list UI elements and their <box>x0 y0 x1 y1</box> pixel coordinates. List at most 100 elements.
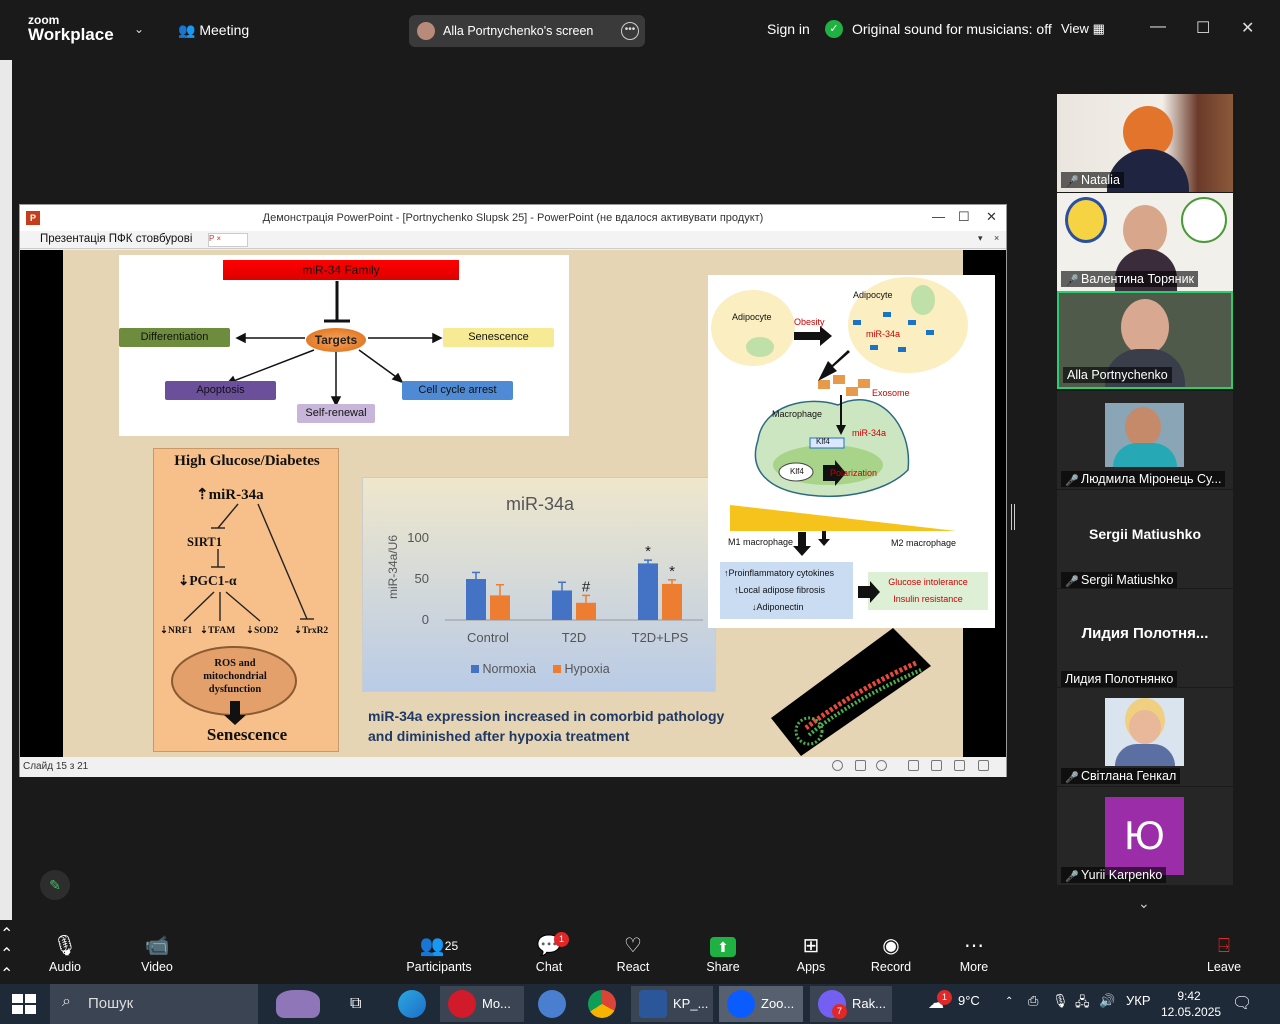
participants-button[interactable]: 👥25 Participants <box>404 932 474 974</box>
tray-overflow-icon[interactable]: ⌃ <box>1005 996 1013 1007</box>
tab-close-icon[interactable]: × <box>994 233 999 243</box>
ppt-tab-presentation[interactable]: Презентація ПФК стовбурові <box>40 233 192 245</box>
hg-mir: ⇡miR-34a <box>196 487 264 503</box>
muted-mic-icon: 🎤 <box>1065 176 1079 188</box>
viber-badge: 7 <box>832 1004 847 1019</box>
bar-normoxia <box>552 590 572 620</box>
task-view-button[interactable]: ⧉ <box>344 986 376 1022</box>
taskbar-chrome[interactable] <box>580 986 624 1022</box>
meeting-menu[interactable]: 👥 Meeting <box>178 22 249 39</box>
taskbar-viber[interactable]: Rak... <box>810 986 892 1022</box>
apps-label: Apps <box>796 960 826 974</box>
participant-tile[interactable]: 🎤 Natalia <box>1057 94 1233 192</box>
normal-view-icon[interactable] <box>908 760 919 771</box>
participant-name: 🎤 Людмила Міронець Су... <box>1061 471 1226 487</box>
macrophage-figure: Adipocyte Obesity Adipocyte miR-34a Exos… <box>708 275 995 628</box>
minimize-icon[interactable]: — <box>1150 18 1166 36</box>
slide-area: miR-34 Family Targets Differentiation Se… <box>20 250 1006 757</box>
network-icon[interactable]: 🖧 <box>1075 993 1090 1015</box>
video-label: Video <box>141 960 173 974</box>
taskbar-word[interactable]: KP_... <box>631 986 713 1022</box>
significance-mark: * <box>669 563 675 580</box>
original-sound-toggle[interactable]: Original sound for musicians: off <box>852 21 1052 37</box>
participants-count: 25 <box>444 939 459 953</box>
taskbar-edge[interactable] <box>390 986 434 1022</box>
screen-share-pill[interactable]: Alla Portnychenko's screen ••• <box>409 15 645 47</box>
participant-tile[interactable]: 🎤 Валентина Торяник <box>1057 193 1233 291</box>
ppt-title-bar: P Демонстрація PowerPoint - [Portnychenk… <box>20 205 1006 231</box>
video-button[interactable]: 📹 Video <box>122 932 192 974</box>
camera-tray-icon[interactable]: ⎙ <box>1028 993 1038 1009</box>
more-button[interactable]: ⋯ More <box>939 932 1009 974</box>
participant-tile[interactable]: Лидия Полотня... Лидия Полотнянко <box>1057 589 1233 687</box>
sign-in-link[interactable]: Sign in <box>767 21 810 37</box>
slideshow-icon[interactable] <box>978 760 989 771</box>
taskbar-opera[interactable]: Mo... <box>440 986 524 1022</box>
prev-slide-icon[interactable] <box>832 760 843 771</box>
shield-check-icon: ✓ <box>825 20 843 38</box>
more-options-icon[interactable]: ••• <box>621 22 639 40</box>
hg-title: High Glucose/Diabetes <box>174 453 320 469</box>
meeting-label: Meeting <box>199 22 250 38</box>
chevron-down-icon[interactable]: ⌄ <box>134 22 144 36</box>
taskbar-chromium[interactable] <box>530 986 574 1022</box>
participant-tile[interactable]: Ю 🎤 Yurii Karpenko <box>1057 787 1233 885</box>
ppt-minimize-icon[interactable]: — <box>932 209 945 224</box>
windows-start-icon[interactable] <box>12 994 36 1014</box>
participant-tile[interactable]: 🎤 Людмила Міронець Су... <box>1057 391 1233 489</box>
hg-mir-label: miR-34a <box>208 487 264 503</box>
participant-tile[interactable]: 🎤 Світлана Генкал <box>1057 688 1233 786</box>
participant-name-text: Natalia <box>1081 173 1120 187</box>
tab-dropdown-icon[interactable]: ▾ <box>978 233 983 244</box>
microphone-tray-icon[interactable]: 🎙 <box>1052 993 1069 1009</box>
weather-temperature[interactable]: 9°C <box>958 993 980 1008</box>
ppt-maximize-icon[interactable]: ☐ <box>958 209 970 225</box>
emblem-left <box>1065 197 1107 243</box>
record-button[interactable]: ◉ Record <box>856 932 926 974</box>
slide-menu-icon[interactable] <box>855 760 866 771</box>
taskbar-clock[interactable]: 9:42 12.05.2025 <box>1161 988 1221 1020</box>
maximize-icon[interactable]: ☐ <box>1196 18 1210 38</box>
annotate-pencil-icon[interactable]: ✎ <box>40 870 70 900</box>
close-icon[interactable]: ✕ <box>1241 18 1254 38</box>
ppt-close-icon[interactable]: ✕ <box>986 209 997 225</box>
participant-name: 🎤 Валентина Торяник <box>1061 271 1199 287</box>
hg-tfam-label: TFAM <box>207 626 236 636</box>
chat-button[interactable]: 💬 Chat <box>514 932 584 974</box>
share-button[interactable]: ⬆ Share <box>688 932 758 974</box>
leave-button[interactable]: ⍈ Leave <box>1189 932 1259 974</box>
fig-polarization: Polarization <box>830 468 878 478</box>
people-icon: 👥 <box>178 22 196 38</box>
view-button[interactable]: View ▦ <box>1061 21 1105 37</box>
taskbar-zoom[interactable]: Zoo... <box>719 986 803 1022</box>
participant-head <box>1125 407 1161 447</box>
hg-sod-label: SOD2 <box>253 626 279 636</box>
participant-name: 🎤 Sergii Matiushko <box>1061 572 1178 588</box>
volume-icon[interactable]: 🔊 <box>1099 993 1115 1009</box>
reading-view-icon[interactable] <box>954 760 965 771</box>
react-button[interactable]: ♡ React <box>598 932 668 974</box>
participant-display-name: Лидия Полотня... <box>1081 625 1209 642</box>
audio-button[interactable]: 🎙 Audio <box>30 932 100 974</box>
self-renewal-node: Self-renewal <box>297 404 375 423</box>
chromium-icon <box>538 990 566 1018</box>
taskbar-search-box[interactable]: ⌕ Пошук <box>50 984 258 1024</box>
participants-icon: 👥25 <box>419 935 459 957</box>
hg-senescence: Senescence <box>206 725 288 744</box>
ppt-tab-secondary[interactable]: P × <box>208 233 248 247</box>
next-slide-icon[interactable] <box>876 760 887 771</box>
apps-button[interactable]: ⊞ Apps <box>776 932 846 974</box>
language-indicator[interactable]: УКР <box>1126 993 1151 1008</box>
fig-proinflammatory-label: Proinflammatory cytokines <box>728 568 835 578</box>
panel-resize-handle[interactable] <box>1011 504 1015 530</box>
participant-tile[interactable]: Sergii Matiushko 🎤 Sergii Matiushko <box>1057 490 1233 588</box>
senescence-node: Senescence <box>443 328 554 347</box>
weather-badge: 1 <box>937 990 952 1005</box>
notifications-icon[interactable]: 🗨 <box>1232 993 1252 1013</box>
legend-normoxia-label: Normoxia <box>482 662 536 676</box>
fig-klf4-gene: Klf4 <box>816 437 830 446</box>
gallery-scroll-down-icon[interactable]: ⌄ <box>1138 895 1150 912</box>
slide-sorter-icon[interactable] <box>931 760 942 771</box>
participant-tile-active-speaker[interactable]: Alla Portnychenko <box>1057 291 1233 389</box>
mir34-family-panel: miR-34 Family Targets Differentiation Se… <box>119 255 569 436</box>
